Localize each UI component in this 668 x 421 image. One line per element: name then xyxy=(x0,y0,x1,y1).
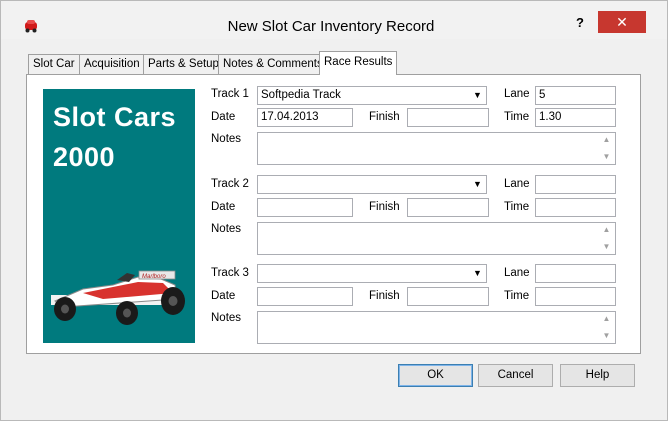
tab-slot-car[interactable]: Slot Car xyxy=(28,54,80,74)
logo-title-line2: 2000 xyxy=(53,142,116,172)
slot-cars-logo: Slot Cars 2000 Marlboro xyxy=(43,89,195,343)
window-title: New Slot Car Inventory Record xyxy=(227,18,435,35)
track3-finish-label: Finish xyxy=(369,290,400,302)
track1-notes-label: Notes xyxy=(211,133,242,145)
track3-lane-label: Lane xyxy=(504,267,530,279)
track3-notes-label: Notes xyxy=(211,312,242,324)
race-results-panel: Slot Cars 2000 Marlboro Track 1 Softpedi… xyxy=(26,74,641,354)
chevron-down-icon[interactable]: ▼ xyxy=(469,265,486,282)
track3-label: Track 3 xyxy=(211,267,249,279)
track2-time-label: Time xyxy=(504,201,530,213)
track1-select[interactable]: Softpedia Track ▼ xyxy=(257,86,487,105)
track2-finish-input[interactable] xyxy=(407,198,489,217)
track3-time-input[interactable] xyxy=(535,287,616,306)
track1-lane-label: Lane xyxy=(504,88,530,100)
track2-time-input[interactable] xyxy=(535,198,616,217)
dialog-client-area: Slot Car Acquisition Parts & Setup Notes… xyxy=(15,40,653,392)
scroll-up-icon[interactable]: ▲ xyxy=(599,134,614,146)
track3-date-label: Date xyxy=(211,290,236,302)
logo-title-line1: Slot Cars xyxy=(53,102,177,132)
track1-finish-input[interactable] xyxy=(407,108,489,127)
tab-parts-setup[interactable]: Parts & Setup xyxy=(143,54,224,74)
close-button[interactable]: ✕ xyxy=(598,11,646,33)
track1-label: Track 1 xyxy=(211,88,249,100)
track2-lane-input[interactable] xyxy=(535,175,616,194)
track3-date-input[interactable] xyxy=(257,287,353,306)
race-car-image: Marlboro xyxy=(51,270,185,325)
track2-notes-label: Notes xyxy=(211,223,242,235)
scroll-down-icon[interactable]: ▼ xyxy=(599,151,614,163)
track1-date-label: Date xyxy=(211,111,236,123)
track3-time-label: Time xyxy=(504,290,530,302)
track1-select-value: Softpedia Track xyxy=(261,89,341,101)
chevron-down-icon[interactable]: ▼ xyxy=(469,176,486,193)
track3-lane-input[interactable] xyxy=(535,264,616,283)
scroll-up-icon[interactable]: ▲ xyxy=(599,313,614,325)
track2-select[interactable]: ▼ xyxy=(257,175,487,194)
track3-notes-textarea[interactable]: ▲ ▼ xyxy=(257,311,616,344)
tab-notes-comments[interactable]: Notes & Comments xyxy=(218,54,328,74)
track2-date-label: Date xyxy=(211,201,236,213)
chevron-down-icon[interactable]: ▼ xyxy=(469,87,486,104)
track2-notes-textarea[interactable]: ▲ ▼ xyxy=(257,222,616,255)
tab-race-results[interactable]: Race Results xyxy=(319,51,398,75)
track1-time-label: Time xyxy=(504,111,530,123)
scroll-up-icon[interactable]: ▲ xyxy=(599,224,614,236)
scroll-down-icon[interactable]: ▼ xyxy=(599,330,614,342)
title-bar[interactable]: New Slot Car Inventory Record ? ✕ xyxy=(1,1,667,39)
track1-notes-textarea[interactable]: ▲ ▼ xyxy=(257,132,616,165)
track1-date-input[interactable]: 17.04.2013 xyxy=(257,108,353,127)
track2-date-input[interactable] xyxy=(257,198,353,217)
track1-time-input[interactable]: 1.30 xyxy=(535,108,616,127)
help-title-button[interactable]: ? xyxy=(566,13,594,33)
track3-finish-input[interactable] xyxy=(407,287,489,306)
track1-lane-input[interactable]: 5 xyxy=(535,86,616,105)
scroll-down-icon[interactable]: ▼ xyxy=(599,241,614,253)
tab-acquisition[interactable]: Acquisition xyxy=(79,54,145,74)
dialog-window: New Slot Car Inventory Record ? ✕ Slot C… xyxy=(0,0,668,421)
track2-finish-label: Finish xyxy=(369,201,400,213)
help-button[interactable]: Help xyxy=(560,364,635,387)
car-decal-text: Marlboro xyxy=(142,274,166,280)
ok-button[interactable]: OK xyxy=(398,364,473,387)
track1-finish-label: Finish xyxy=(369,111,400,123)
track3-select[interactable]: ▼ xyxy=(257,264,487,283)
cancel-button[interactable]: Cancel xyxy=(478,364,553,387)
track2-lane-label: Lane xyxy=(504,178,530,190)
track2-label: Track 2 xyxy=(211,178,249,190)
